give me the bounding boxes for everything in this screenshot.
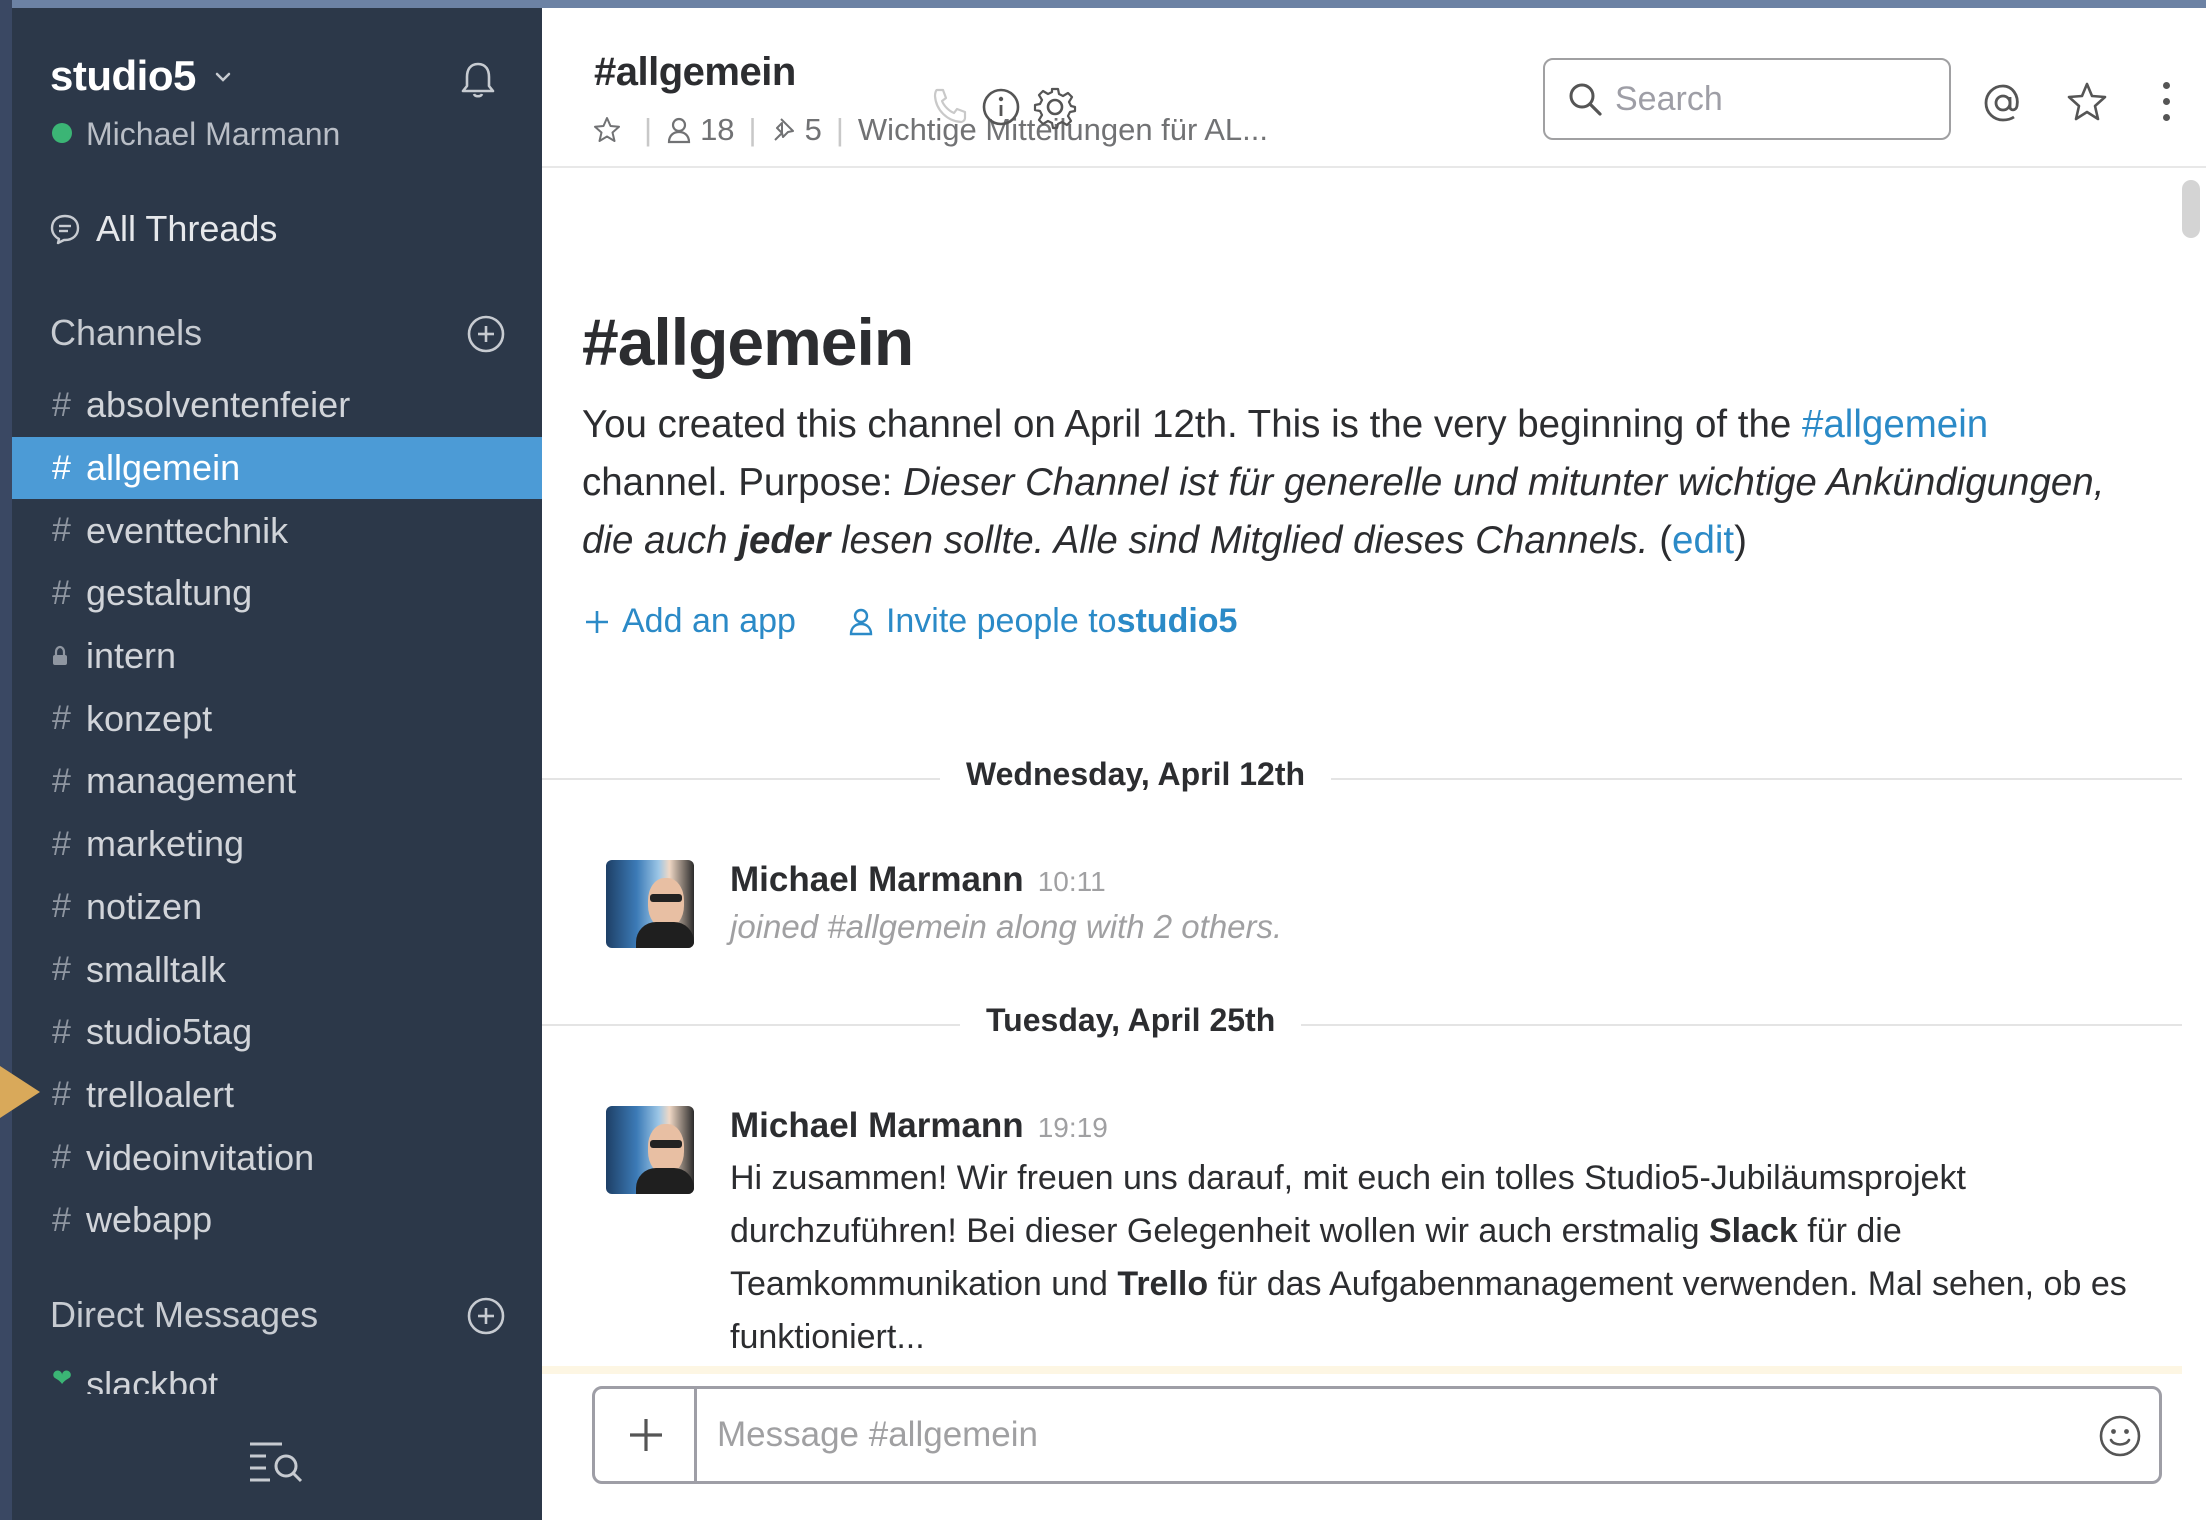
intro-title: #allgemein: [582, 305, 914, 379]
plus-icon: [630, 1419, 662, 1451]
gear-icon[interactable]: [1032, 84, 1078, 130]
avatar[interactable]: [606, 860, 694, 948]
day-label: Wednesday, April 12th: [940, 756, 1332, 793]
sidebar-item-allgemein[interactable]: # allgemein: [12, 436, 542, 500]
plus-icon: [586, 610, 608, 633]
sidebar-item-smalltalk[interactable]: # smalltalk: [12, 938, 542, 1001]
sidebar-item-intern[interactable]: intern: [12, 625, 542, 688]
message-text: Hi zusammen! Wir freuen uns darauf, mit …: [730, 1159, 2127, 1356]
member-count[interactable]: 18: [700, 112, 734, 148]
sidebar-item-videoinvitation[interactable]: # videoinvitation: [12, 1126, 542, 1189]
channels-heading[interactable]: Channels: [50, 312, 202, 354]
starred-items-icon[interactable]: [2064, 80, 2110, 126]
message-input[interactable]: Message #allgemein: [717, 1415, 1038, 1455]
quick-switcher-icon[interactable]: [246, 1436, 306, 1486]
search-icon: [1569, 83, 1602, 116]
phone-icon[interactable]: [927, 84, 973, 130]
main-pane: #allgemein | 18 | 5 | Wichtige Mitteilun…: [542, 8, 2206, 1520]
sidebar-item-marketing[interactable]: # marketing: [12, 813, 542, 876]
message-timestamp[interactable]: 19:19: [1038, 1112, 1108, 1143]
search-placeholder: Search: [1615, 79, 1723, 118]
current-user[interactable]: Michael Marmann: [52, 116, 340, 153]
add-app-button[interactable]: Add an app: [584, 602, 796, 641]
all-threads-link[interactable]: All Threads: [48, 208, 277, 250]
bell-icon[interactable]: [454, 56, 502, 104]
sidebar-item-absolventenfeier[interactable]: # absolventenfeier: [12, 374, 542, 437]
search-input[interactable]: Search: [1543, 58, 1951, 140]
day-label: Tuesday, April 25th: [960, 1002, 1302, 1039]
direct-messages-heading[interactable]: Direct Messages: [50, 1294, 318, 1336]
intro-text: You created this channel on April 12th. …: [582, 403, 2105, 562]
chevron-down-icon[interactable]: [212, 66, 234, 88]
sidebar-item-gestaltung[interactable]: # gestaltung: [12, 562, 542, 625]
message-timestamp[interactable]: 10:11: [1038, 866, 1106, 897]
sidebar-item-notizen[interactable]: # notizen: [12, 876, 542, 939]
heart-icon: ❤: [52, 1365, 73, 1392]
threads-icon: [50, 214, 80, 245]
mentions-icon[interactable]: [1980, 80, 2026, 126]
edit-purpose-link[interactable]: edit: [1672, 519, 1734, 562]
window-frame-top: [0, 0, 2206, 8]
meta-separator: |: [748, 112, 757, 147]
sidebar-footer: [12, 1394, 542, 1520]
sidebar-item-konzept[interactable]: # konzept: [12, 687, 542, 750]
dm-list: ❤ slackbot: [12, 1364, 542, 1394]
channel-link[interactable]: #allgemein: [1802, 403, 1988, 446]
unread-highlight: [542, 1366, 2182, 1374]
sidebar-item-webapp[interactable]: # webapp: [12, 1189, 542, 1252]
intro-actions: Add an app Invite people to studio5: [584, 602, 1289, 641]
sidebar-item-studio5tag[interactable]: # studio5tag: [12, 1001, 542, 1064]
emoji-icon[interactable]: [2097, 1413, 2143, 1459]
more-menu-icon[interactable]: [2162, 82, 2172, 126]
lock-icon: [53, 645, 67, 666]
channel-header: #allgemein | 18 | 5 | Wichtige Mitteilun…: [542, 8, 2206, 168]
team-name[interactable]: studio5: [50, 52, 196, 100]
sidebar-item-trelloalert[interactable]: # trelloalert: [12, 1064, 542, 1127]
window-frame-left: [0, 0, 12, 1520]
sidebar: studio5 Michael Marmann All Threads Chan…: [12, 8, 542, 1520]
pinned-count[interactable]: 5: [805, 112, 822, 148]
message-composer[interactable]: Message #allgemein: [592, 1386, 2162, 1484]
pin-icon[interactable]: [771, 116, 797, 144]
all-threads-label: All Threads: [96, 208, 278, 249]
avatar[interactable]: [606, 1106, 694, 1194]
info-icon[interactable]: [978, 84, 1024, 130]
attach-button[interactable]: [595, 1389, 697, 1481]
message-author: Michael Marmann 10:11: [730, 860, 1106, 899]
member-icon[interactable]: [666, 116, 692, 144]
member-icon: [849, 608, 873, 635]
message-author: Michael Marmann 19:19: [730, 1106, 1108, 1145]
day-divider: [542, 1024, 2182, 1026]
channel-title[interactable]: #allgemein: [594, 50, 796, 95]
channel-list: # absolventenfeier # allgemein # eventtechn…: [12, 374, 542, 1252]
add-dm-icon[interactable]: [466, 1296, 506, 1336]
add-channel-icon[interactable]: [466, 314, 506, 354]
sidebar-item-management[interactable]: # management: [12, 750, 542, 813]
pointer-arrow-marker: [0, 1066, 40, 1118]
presence-dot: [52, 123, 72, 143]
meta-separator: |: [644, 112, 653, 147]
scrollbar-thumb[interactable]: [2182, 180, 2200, 238]
message-text: joined #allgemein along with 2 others.: [730, 908, 1283, 945]
dm-item-slackbot[interactable]: ❤ slackbot: [12, 1364, 542, 1394]
current-user-name: Michael Marmann: [86, 116, 341, 152]
star-icon[interactable]: [592, 115, 622, 145]
day-divider: [542, 778, 2182, 780]
sidebar-item-eventtechnik[interactable]: # eventtechnik: [12, 499, 542, 562]
meta-separator: |: [835, 112, 844, 147]
invite-people-button[interactable]: Invite people to studio5: [848, 602, 1237, 641]
